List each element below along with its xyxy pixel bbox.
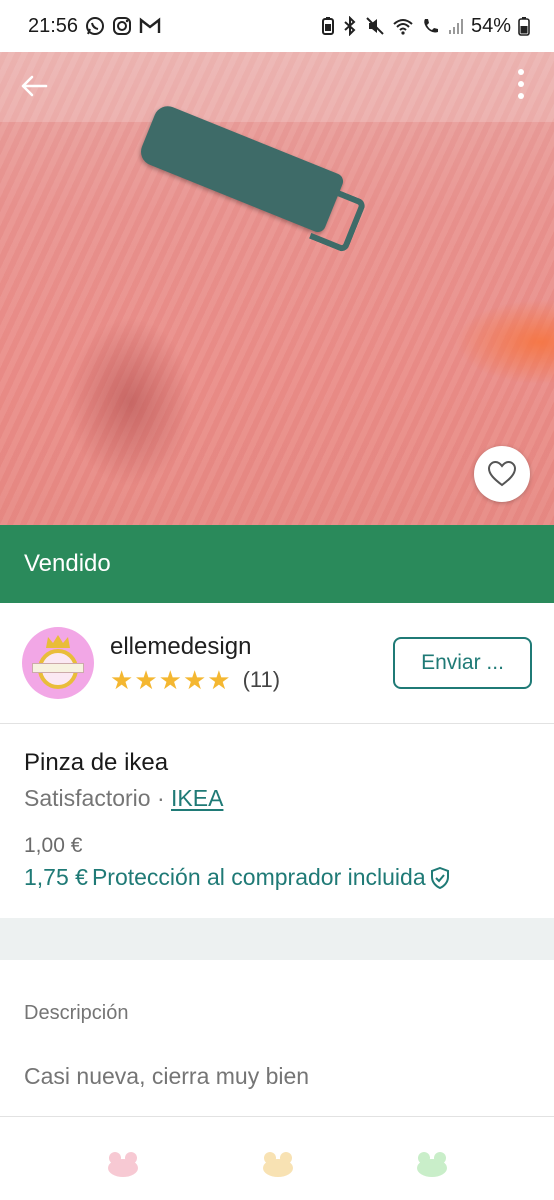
item-title: Pinza de ikea [24, 749, 169, 776]
item-condition: Satisfactorio [24, 785, 151, 811]
battery-saver-icon [321, 16, 335, 36]
seller-info[interactable]: ellemedesign ★ ★ ★ ★ ★ (11) [110, 633, 393, 693]
shield-check-icon [430, 866, 450, 889]
buyer-protection-price[interactable]: 1,75 € Protección al comprador incluida [24, 864, 530, 891]
item-price: 1,00 € [24, 834, 83, 857]
more-options-button[interactable] [506, 64, 536, 104]
bottom-area [0, 1118, 554, 1200]
avatar-ribbon [32, 663, 84, 673]
wifi-icon [392, 16, 414, 36]
seller-rating: ★ ★ ★ ★ ★ (11) [110, 667, 393, 693]
crown-icon [46, 635, 70, 648]
sold-label: Vendido [24, 550, 111, 577]
pink-frog-icon [108, 1152, 138, 1177]
whatsapp-icon [85, 16, 105, 36]
seller-name[interactable]: ellemedesign [110, 633, 393, 661]
battery-icon [518, 16, 530, 36]
bluetooth-icon [342, 16, 358, 36]
signal-icon [448, 17, 464, 35]
status-bar: 21:56 54% [0, 0, 554, 52]
arrow-left-icon [21, 75, 48, 97]
heart-icon [487, 460, 517, 487]
yellow-frog-icon [263, 1152, 293, 1177]
product-photo[interactable] [0, 42, 554, 525]
section-divider [0, 918, 554, 960]
brand-link[interactable]: IKEA [171, 785, 223, 811]
star-icon: ★ [207, 665, 231, 695]
description-text: Casi nueva, cierra muy bien [24, 1063, 310, 1089]
rating-stars: ★ ★ ★ ★ ★ [110, 667, 231, 693]
item-details: Pinza de ikea Satisfactorio · IKEA 1,00 … [0, 725, 554, 918]
description-section: Descripción Casi nueva, cierra muy bien [0, 960, 554, 1117]
gmail-icon [139, 17, 161, 35]
subtitle-separator: · [150, 785, 172, 811]
seller-section: ellemedesign ★ ★ ★ ★ ★ (11) Enviar ... [0, 603, 554, 724]
photo-top-shade [0, 42, 554, 122]
mute-icon [365, 16, 385, 36]
battery-percent: 54% [470, 14, 511, 37]
send-message-button[interactable]: Enviar ... [393, 637, 532, 689]
favorite-button[interactable] [474, 446, 530, 502]
star-icon: ★ [182, 665, 207, 695]
more-vertical-icon [518, 69, 524, 99]
status-time: 21:56 [28, 14, 79, 37]
seller-avatar[interactable] [22, 627, 94, 699]
buyer-protection-label: Protección al comprador incluida [91, 864, 426, 890]
item-subtitle: Satisfactorio · IKEA [24, 785, 530, 812]
review-count: (11) [242, 667, 281, 692]
wifi-call-icon [421, 16, 441, 36]
star-icon: ★ [134, 665, 158, 695]
star-icon: ★ [158, 665, 182, 695]
description-label: Descripción [24, 1002, 129, 1024]
green-frog-icon [417, 1152, 447, 1177]
star-icon: ★ [110, 665, 134, 695]
sold-banner: Vendido [0, 525, 554, 603]
back-button[interactable] [14, 66, 54, 106]
instagram-icon [112, 16, 132, 36]
total-price: 1,75 € [24, 864, 88, 890]
